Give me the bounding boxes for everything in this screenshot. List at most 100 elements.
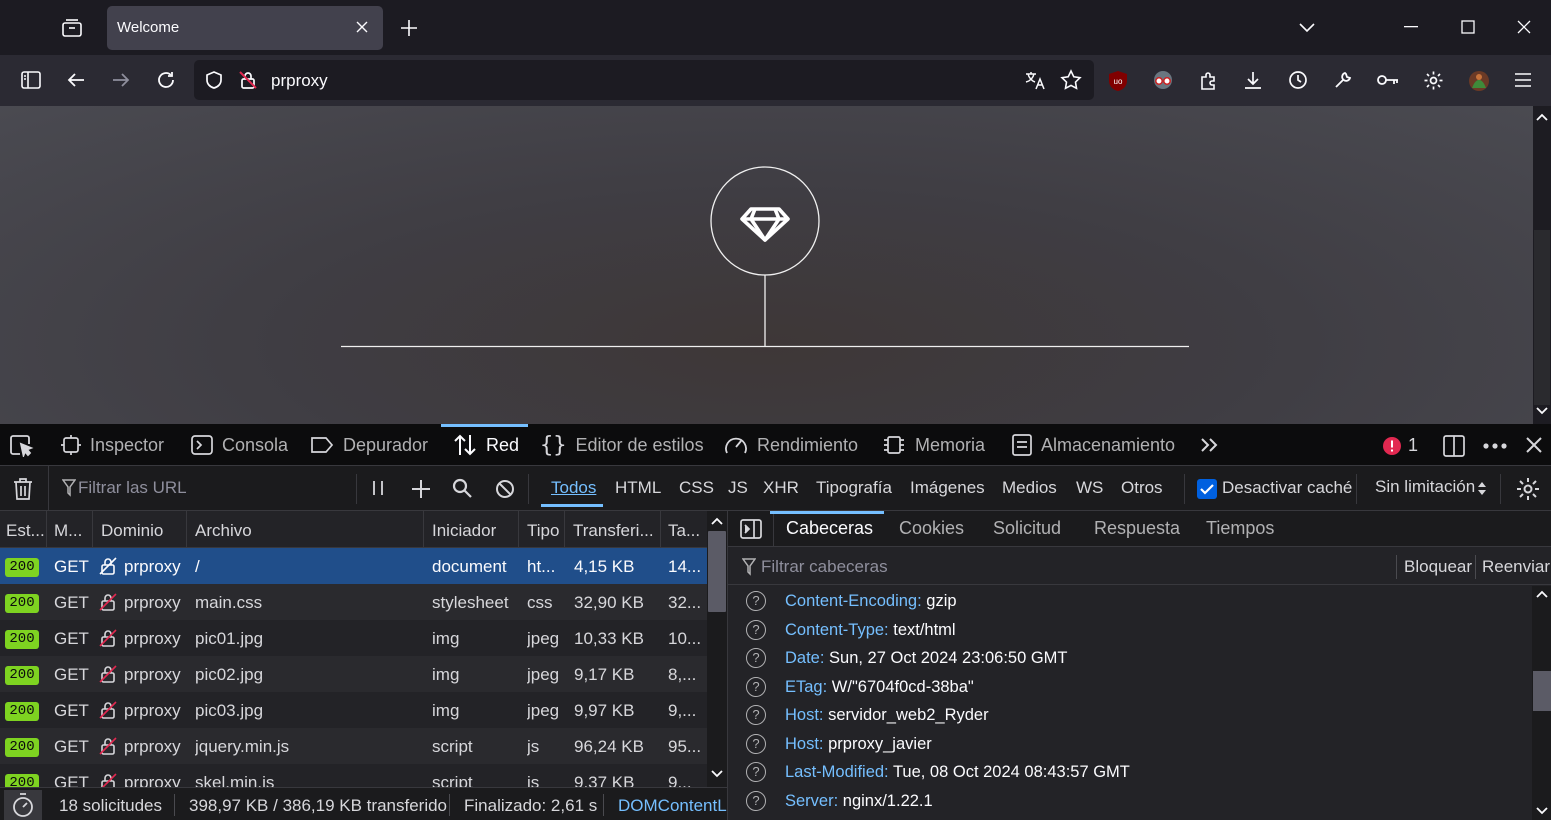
help-icon[interactable]: ? [746,677,766,697]
header-name: Host: [785,706,824,724]
col-size[interactable]: Ta... [668,521,704,541]
col-transferred[interactable]: Transferi... [573,521,655,541]
filter-xhr[interactable]: XHR [763,478,799,498]
app-menu-icon[interactable] [1514,72,1532,88]
back-icon[interactable] [66,70,86,90]
help-icon[interactable]: ? [746,705,766,725]
tracking-protection-shield-icon[interactable] [204,70,224,90]
tab-headers[interactable]: Cabeceras [786,518,873,539]
forward-icon[interactable] [111,70,131,90]
block-button[interactable]: Bloquear [1404,557,1472,577]
new-tab-icon[interactable] [400,19,418,37]
toggle-panel-icon[interactable] [740,519,762,539]
table-row[interactable]: 200 GET prproxy / document ht... 4,15 KB… [0,548,707,584]
col-status[interactable]: Est... [6,521,44,541]
tab-cookies[interactable]: Cookies [899,518,964,539]
tab-timings[interactable]: Tiempos [1206,518,1274,539]
col-domain[interactable]: Dominio [101,521,163,541]
tab-network[interactable]: Red [453,424,519,466]
filter-js[interactable]: JS [728,478,748,498]
settings-gear-icon[interactable] [1423,70,1444,91]
table-row[interactable]: 200 GET prproxy main.css stylesheet css … [0,584,707,620]
filter-other[interactable]: Otros [1121,478,1163,498]
help-icon[interactable]: ? [746,620,766,640]
close-window-icon[interactable] [1517,20,1531,34]
close-tab-icon[interactable] [355,20,369,34]
help-icon[interactable]: ? [746,591,766,611]
tab-debugger[interactable]: Depurador [310,424,428,466]
tab-inspector[interactable]: Inspector [61,424,164,466]
close-devtools-icon[interactable] [1526,437,1542,453]
table-row[interactable]: 200 GET prproxy pic01.jpg img jpeg 10,33… [0,620,707,656]
add-request-plus-icon[interactable] [411,479,431,499]
error-count-badge[interactable]: 1 [1383,435,1418,456]
filter-html[interactable]: HTML [615,478,661,498]
headers-filter-input[interactable] [761,555,1361,579]
col-file[interactable]: Archivo [195,521,252,541]
developer-wrench-icon[interactable] [1333,70,1353,90]
extensions-puzzle-icon[interactable] [1198,70,1220,92]
tab-response[interactable]: Respuesta [1094,518,1180,539]
passwords-key-icon[interactable] [1377,71,1399,89]
help-icon[interactable]: ? [746,762,766,782]
url-bar[interactable]: prproxy [194,60,1094,100]
bookmark-star-icon[interactable] [1060,69,1082,91]
insecure-lock-icon[interactable] [238,70,258,90]
headers-scrollbar[interactable] [1532,586,1551,820]
filter-all[interactable]: Todos [551,478,596,498]
tab-console[interactable]: Consola [191,424,288,466]
minimize-window-icon[interactable] [1404,26,1418,28]
pause-icon[interactable] [371,480,385,496]
table-row[interactable]: 200 GET prproxy jquery.min.js script js … [0,728,707,764]
header-value: Tue, 08 Oct 2024 08:43:57 GMT [892,763,1130,781]
help-icon[interactable]: ? [746,648,766,668]
resend-button[interactable]: Reenviar [1482,557,1550,577]
disable-cache-label[interactable]: Desactivar caché [1222,478,1352,498]
transferred-summary: 398,97 KB / 386,19 KB transferido [189,796,448,815]
filter-ws[interactable]: WS [1076,478,1103,498]
col-type[interactable]: Tipo [527,521,559,541]
network-settings-gear-icon[interactable] [1516,477,1540,501]
tab-performance[interactable]: Rendimiento [724,424,858,466]
responsive-design-icon[interactable] [1443,435,1467,457]
translate-icon[interactable] [1024,70,1046,90]
filter-media[interactable]: Medios [1002,478,1057,498]
search-icon[interactable] [452,478,473,499]
disable-cache-checkbox[interactable] [1197,479,1217,499]
help-icon[interactable]: ? [746,791,766,811]
filter-images[interactable]: Imágenes [910,478,985,498]
browser-tab[interactable]: Welcome [107,6,383,50]
col-initiator[interactable]: Iniciador [432,521,496,541]
maximize-window-icon[interactable] [1461,20,1475,34]
page-scrollbar[interactable] [1533,106,1551,424]
tab-overview-icon[interactable] [61,17,83,39]
table-row[interactable]: 200 GET prproxy pic02.jpg img jpeg 9,17 … [0,656,707,692]
table-row[interactable]: 200 GET prproxy skel.min.js script js 9,… [0,764,707,787]
tab-memory[interactable]: Memoria [882,424,985,466]
performance-analysis-button[interactable] [4,790,42,820]
tab-storage[interactable]: Almacenamiento [1012,424,1175,466]
clear-trash-icon[interactable] [12,477,34,501]
filter-css[interactable]: CSS [679,478,714,498]
help-icon[interactable]: ? [746,734,766,754]
element-picker-icon[interactable] [10,435,34,457]
extension-glasses-icon[interactable] [1151,71,1175,91]
table-row[interactable]: 200 GET prproxy pic03.jpg img jpeg 9,97 … [0,692,707,728]
col-method[interactable]: M... [54,521,86,541]
tab-style-editor[interactable]: {} Editor de estilos [540,424,704,466]
downloads-icon[interactable] [1243,70,1263,90]
list-tabs-chevron-icon[interactable] [1298,21,1316,33]
reload-icon[interactable] [156,70,176,90]
sidebar-icon[interactable] [21,70,41,90]
throttling-select[interactable]: Sin limitación [1375,477,1475,497]
block-requests-icon[interactable] [495,479,515,499]
more-options-icon[interactable] [1483,443,1507,449]
account-avatar-icon[interactable] [1468,70,1490,92]
url-filter-input[interactable] [78,476,348,500]
more-tools-chevrons-icon[interactable] [1200,437,1220,453]
ublock-origin-icon[interactable]: uo [1108,70,1128,92]
history-clock-icon[interactable] [1288,70,1308,90]
filter-fonts[interactable]: Tipografía [816,478,892,498]
request-list-scrollbar[interactable] [707,511,727,787]
tab-request[interactable]: Solicitud [993,518,1061,539]
